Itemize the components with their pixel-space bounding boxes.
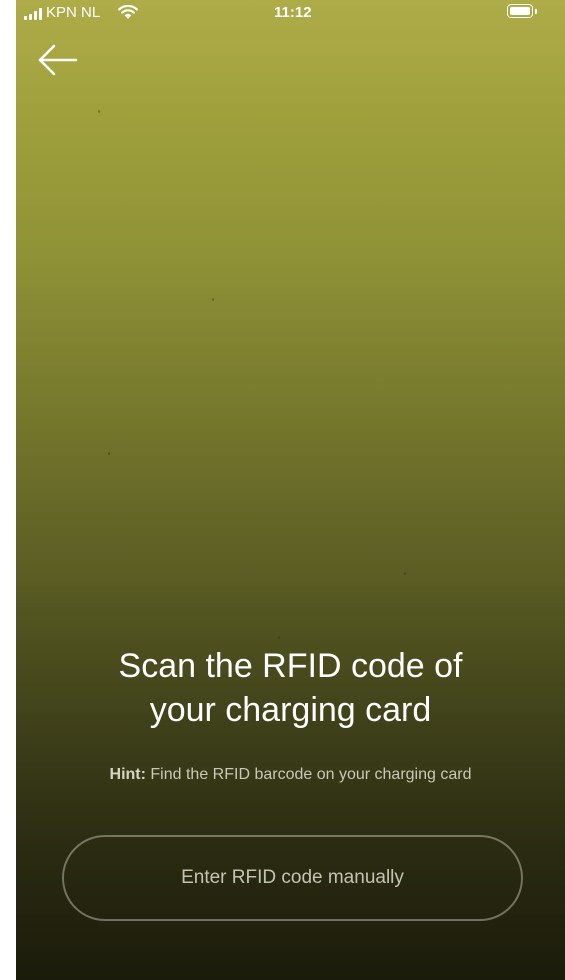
battery-level-fill bbox=[510, 7, 530, 15]
status-bar: KPN NL 11:12 bbox=[16, 0, 565, 26]
battery-tip bbox=[535, 9, 537, 14]
battery-icon bbox=[507, 4, 533, 18]
arrow-left-icon bbox=[38, 44, 78, 76]
scan-title-line-1: Scan the RFID code of bbox=[118, 647, 463, 685]
status-time: 11:12 bbox=[274, 4, 312, 21]
hint-text: Find the RFID barcode on your charging c… bbox=[150, 766, 472, 783]
rfid-scan-screen: KPN NL 11:12 Scan the RFID code of your … bbox=[0, 0, 565, 980]
scan-title-line-2: your charging card bbox=[149, 691, 432, 729]
carrier-name: KPN NL bbox=[46, 4, 101, 21]
enter-rfid-manually-button[interactable]: Enter RFID code manually bbox=[62, 835, 523, 921]
wifi-icon bbox=[118, 4, 138, 24]
hint-label: Hint: bbox=[109, 766, 146, 783]
back-button[interactable] bbox=[34, 40, 82, 80]
camera-preview bbox=[16, 0, 565, 980]
scan-hint: Hint: Find the RFID barcode on your char… bbox=[16, 766, 565, 784]
cellular-signal-icon bbox=[24, 8, 42, 20]
scan-title: Scan the RFID code of your charging card bbox=[16, 644, 565, 732]
enter-rfid-manually-label: Enter RFID code manually bbox=[181, 867, 404, 888]
